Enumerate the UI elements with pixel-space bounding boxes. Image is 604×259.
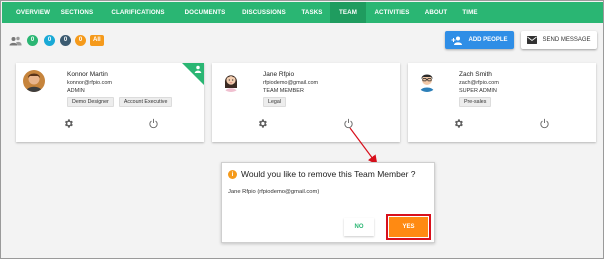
dialog-body: Jane Rfpio (rfpiodemo@gmail.com) <box>228 189 320 195</box>
owner-person-icon <box>194 65 202 73</box>
badge-all[interactable]: All <box>90 35 104 46</box>
member-tags: Legal <box>263 97 286 107</box>
gear-icon[interactable] <box>63 118 74 129</box>
add-people-button[interactable]: ADD PEOPLE <box>445 31 514 49</box>
tab-tasks[interactable]: TASKS <box>294 2 330 23</box>
member-role: TEAM MEMBER <box>263 88 304 94</box>
mail-icon <box>527 36 538 44</box>
tab-about[interactable]: ABOUT <box>418 2 454 23</box>
tab-discussions[interactable]: DISCUSSIONS <box>234 2 294 23</box>
dialog-title: Would you like to remove this Team Membe… <box>241 169 416 179</box>
member-card-zach: Zach Smith zach@rfpio.com SUPER ADMIN Pr… <box>408 63 596 142</box>
member-name: Zach Smith <box>459 71 492 78</box>
member-tags: Pre-sales <box>459 97 492 107</box>
app-frame: OVERVIEW SECTIONS CLARIFICATIONS DOCUMEN… <box>0 0 604 259</box>
tag: Pre-sales <box>459 97 492 107</box>
tab-documents[interactable]: DOCUMENTS <box>176 2 234 23</box>
member-role: ADMIN <box>67 88 85 94</box>
tag: Account Executive <box>118 97 173 107</box>
member-email: zach@rfpio.com <box>459 80 499 86</box>
member-name: Jane Rfpio <box>263 71 295 78</box>
tag: Demo Designer <box>67 97 114 107</box>
avatar-jane <box>220 70 242 92</box>
send-message-label: SEND MESSAGE <box>542 37 591 43</box>
member-email: konnor@rfpio.com <box>67 80 113 86</box>
member-card-konnor: Konnor Martin konnor@rfpio.com ADMIN Dem… <box>16 63 204 142</box>
avatar-zach <box>416 70 438 92</box>
tab-time[interactable]: TIME <box>454 2 486 23</box>
no-button[interactable]: NO <box>344 218 374 236</box>
power-icon[interactable] <box>343 118 354 129</box>
tag: Legal <box>263 97 286 107</box>
team-toolbar: 0 0 0 0 All ADD PEOPLE SEND MESSAGE <box>2 23 603 59</box>
badge-members[interactable]: 0 <box>44 35 55 46</box>
tab-team[interactable]: TEAM <box>330 2 366 23</box>
tab-activities[interactable]: ACTIVITIES <box>366 2 418 23</box>
top-nav: OVERVIEW SECTIONS CLARIFICATIONS DOCUMEN… <box>2 2 603 23</box>
gear-icon[interactable] <box>257 118 268 129</box>
avatar-konnor <box>23 70 45 92</box>
people-icon <box>9 36 22 46</box>
tab-clarifications[interactable]: CLARIFICATIONS <box>100 2 176 23</box>
member-name: Konnor Martin <box>67 71 108 78</box>
badge-admins[interactable]: 0 <box>60 35 71 46</box>
add-person-icon <box>451 36 463 45</box>
gear-icon[interactable] <box>453 118 464 129</box>
member-card-jane: Jane Rfpio rfpiodemo@gmail.com TEAM MEMB… <box>212 63 400 142</box>
badge-pending[interactable]: 0 <box>75 35 86 46</box>
member-tags: Demo Designer Account Executive <box>67 97 173 107</box>
add-people-label: ADD PEOPLE <box>468 37 508 43</box>
member-role: SUPER ADMIN <box>459 88 497 94</box>
member-email: rfpiodemo@gmail.com <box>263 80 319 86</box>
info-icon: i <box>228 170 237 179</box>
badge-owners[interactable]: 0 <box>27 35 38 46</box>
send-message-button[interactable]: SEND MESSAGE <box>521 31 597 49</box>
tab-overview[interactable]: OVERVIEW <box>12 2 54 23</box>
yes-button[interactable]: YES <box>389 217 428 237</box>
remove-member-dialog: i Would you like to remove this Team Mem… <box>221 162 435 243</box>
tab-sections[interactable]: SECTIONS <box>54 2 100 23</box>
power-icon[interactable] <box>148 118 159 129</box>
power-icon[interactable] <box>539 118 550 129</box>
